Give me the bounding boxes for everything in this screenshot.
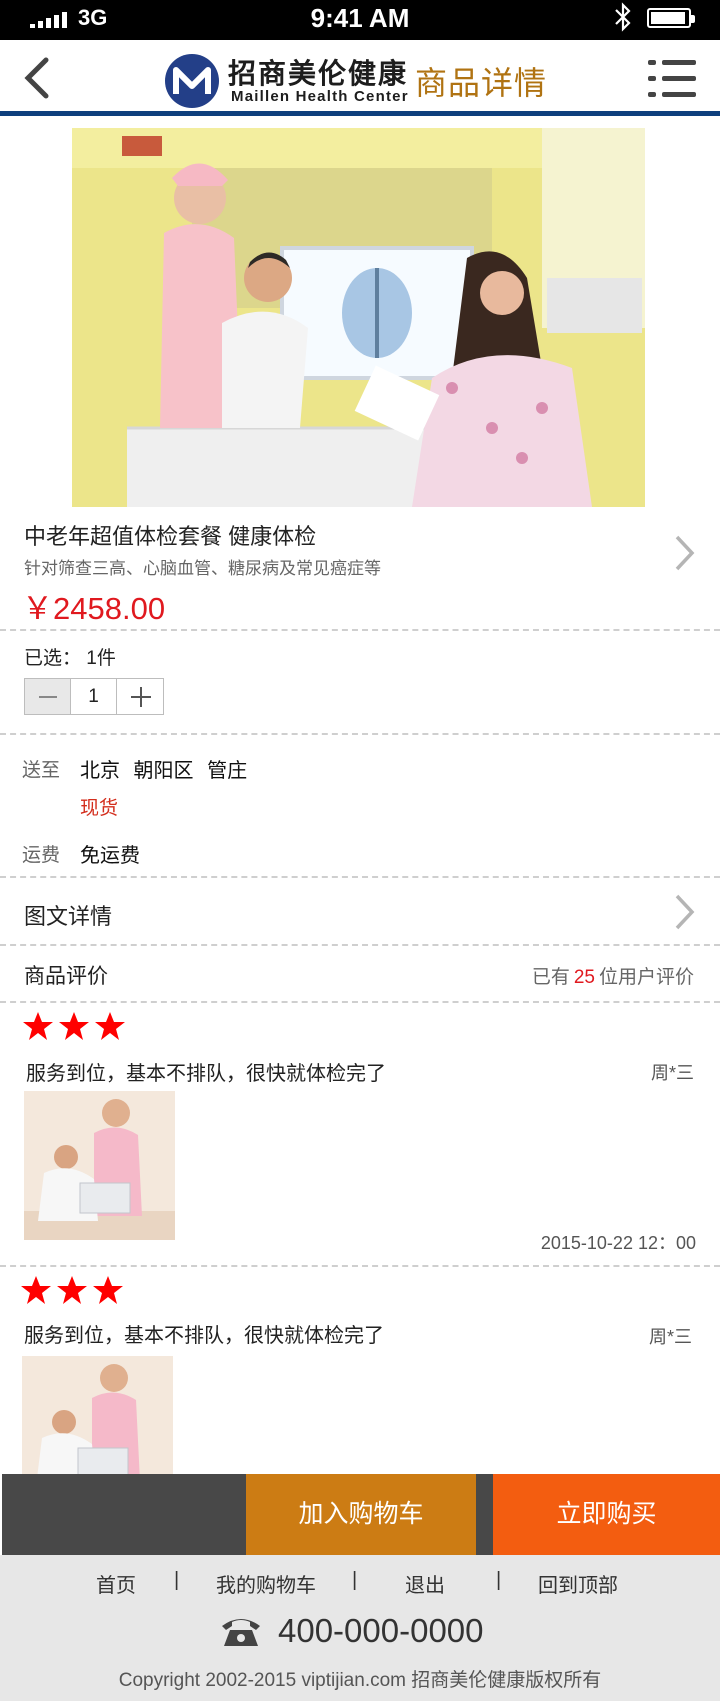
increase-button[interactable] — [117, 679, 163, 714]
star-icon — [95, 1012, 125, 1040]
star-icon — [93, 1276, 123, 1304]
chevron-right-icon — [675, 894, 695, 930]
star-rating — [22, 1011, 126, 1041]
menu-icon[interactable] — [648, 60, 696, 102]
review-comment: 服务到位，基本不排队，很快就体检完了 — [26, 1063, 386, 1085]
copyright-text: Copyright 2002-2015 viptijian.com 招商美伦健康… — [118, 1670, 602, 1691]
footer-nav: 首页 | 我的购物车 | 退出 | 回到顶部 — [0, 1569, 720, 1599]
product-image — [72, 128, 645, 507]
review-comment: 服务到位，基本不排队，很快就体检完了 — [24, 1325, 384, 1347]
star-icon — [57, 1276, 87, 1304]
brand-name-cn: 招商美伦健康 — [228, 58, 409, 89]
page-footer: 首页 | 我的购物车 | 退出 | 回到顶部 400-000-0000 Copy… — [0, 1555, 720, 1701]
purchase-action-bar: 加入购物车 立即购买 — [2, 1474, 720, 1555]
review-date: 2015-10-22 12：00 — [540, 1233, 696, 1253]
product-price: ￥2458.00 — [22, 591, 166, 626]
stock-status: 现货 — [80, 798, 119, 819]
product-description: 针对筛查三高、心脑血管、糖尿病及常见癌症等 — [24, 559, 381, 578]
review-author: 周*三 — [650, 1063, 694, 1083]
buy-now-button[interactable]: 立即购买 — [493, 1474, 720, 1555]
review-item: 服务到位，基本不排队，很快就体检完了 周*三 2015-10-22 12：00 — [0, 1003, 720, 1267]
review-author: 周*三 — [648, 1327, 692, 1347]
ship-to-label: 送至 — [22, 760, 61, 781]
selected-count-label: 已选： 1件 — [24, 648, 116, 669]
review-count-number: 25 — [573, 967, 595, 988]
quantity-section: 已选： 1件 1 — [0, 631, 720, 735]
footer-separator: | — [352, 1569, 358, 1591]
product-name: 中老年超值体检套餐 健康体检 — [24, 524, 317, 549]
star-icon — [23, 1012, 53, 1040]
star-rating — [20, 1275, 124, 1305]
footer-link-logout[interactable]: 退出 — [405, 1569, 445, 1598]
product-summary[interactable]: 中老年超值体检套餐 健康体检 针对筛查三高、心脑血管、糖尿病及常见癌症等 ￥24… — [0, 507, 720, 631]
review-count-prefix: 已有 — [531, 967, 570, 988]
review-photo[interactable] — [22, 1356, 173, 1474]
status-bar: 3G 9:41 AM — [0, 0, 720, 40]
ship-address[interactable]: 北京 朝阳区 管庄 — [80, 754, 247, 783]
quantity-stepper: 1 — [24, 678, 164, 715]
footer-separator: | — [496, 1569, 502, 1591]
star-icon — [21, 1276, 51, 1304]
phone-number: 400-000-0000 — [278, 1612, 484, 1649]
battery-icon — [647, 8, 695, 28]
footer-link-home[interactable]: 首页 — [96, 1569, 136, 1598]
quantity-value[interactable]: 1 — [71, 679, 117, 714]
review-photo[interactable] — [24, 1091, 175, 1240]
footer-link-back-to-top[interactable]: 回到顶部 — [538, 1569, 618, 1598]
shipping-section: 送至 北京 朝阳区 管庄 现货 运费 免运费 — [0, 735, 720, 878]
brand-name-en: Maillen Health Center — [231, 88, 409, 105]
footer-link-cart[interactable]: 我的购物车 — [216, 1569, 316, 1598]
top-header: 招商美伦健康 Maillen Health Center 商品详情 — [0, 40, 720, 116]
review-count-suffix: 位用户评价 — [598, 967, 694, 988]
reviews-header: 商品评价 已有 25 位用户评价 — [0, 946, 720, 1003]
shipping-fee-label: 运费 — [22, 845, 61, 866]
footer-separator: | — [174, 1569, 180, 1591]
reviews-title: 商品评价 — [24, 965, 108, 988]
brand-logo — [165, 54, 219, 108]
add-to-cart-button[interactable]: 加入购物车 — [246, 1474, 476, 1555]
detail-link-label: 图文详情 — [24, 904, 113, 929]
chevron-right-icon — [675, 535, 695, 571]
page-title: 商品详情 — [415, 65, 548, 101]
star-icon — [59, 1012, 89, 1040]
telephone-icon — [222, 1619, 260, 1646]
bluetooth-icon — [615, 2, 631, 32]
review-count[interactable]: 已有 25 位用户评价 — [532, 962, 694, 989]
detail-link-row[interactable]: 图文详情 — [0, 878, 720, 946]
review-item: 服务到位，基本不排队，很快就体检完了 周*三 — [0, 1267, 720, 1474]
decrease-button[interactable] — [25, 679, 71, 714]
shipping-fee-value: 免运费 — [80, 845, 140, 867]
back-arrow-icon[interactable] — [18, 56, 58, 100]
